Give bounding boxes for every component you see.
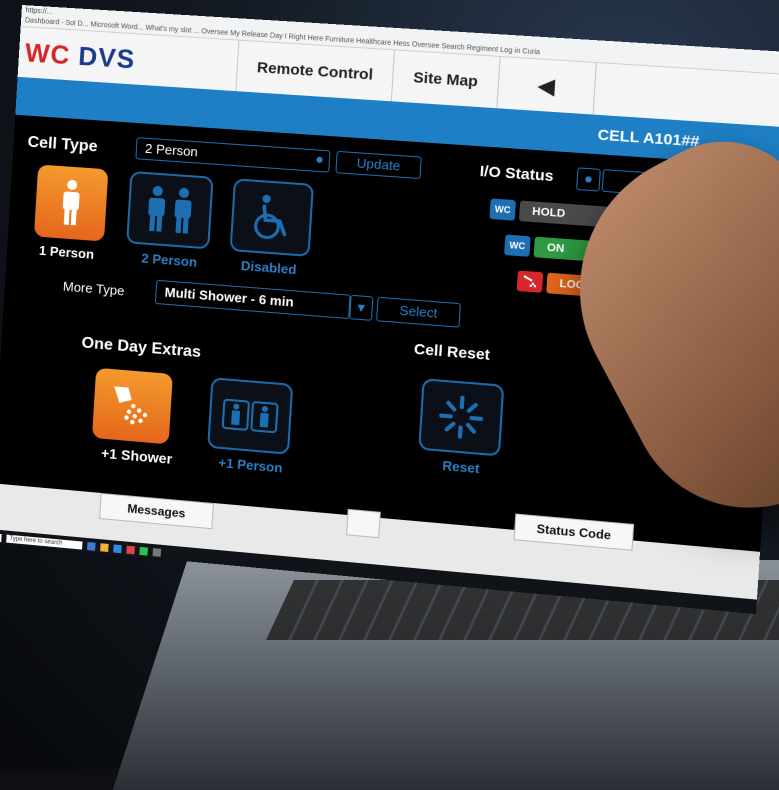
- cell-type-select[interactable]: 2 Person: [135, 137, 331, 173]
- bottom-empty-cell: [346, 508, 381, 539]
- cell-type-label: Cell Type: [27, 133, 99, 156]
- app-icon[interactable]: [139, 546, 148, 556]
- shower-head-icon: [113, 386, 148, 425]
- cell-type-disabled-caption: Disabled: [240, 257, 297, 278]
- wheelchair-icon: [248, 194, 296, 243]
- extra-person-caption: +1 Person: [218, 454, 283, 476]
- io-status-label: I/O Status: [479, 162, 555, 186]
- cell-id: CELL A101##: [597, 125, 700, 151]
- io-status-radio[interactable]: [576, 167, 601, 192]
- extra-shower-tile[interactable]: [91, 367, 173, 445]
- cell-reset-label: Cell Reset: [413, 340, 491, 365]
- taskview-icon[interactable]: [87, 542, 96, 551]
- person-icon: [62, 179, 80, 225]
- cell-type-1-person-caption: 1 Person: [38, 242, 95, 262]
- nav-remote-control[interactable]: Remote Control: [235, 40, 394, 102]
- spinner-reset-icon: [437, 393, 486, 442]
- app-icon[interactable]: [126, 545, 135, 555]
- chevron-down-icon[interactable]: ▼: [349, 294, 374, 321]
- extra-shower-caption: +1 Shower: [100, 444, 173, 467]
- extra-person-tile[interactable]: [207, 377, 294, 455]
- cell-type-2-person-caption: 2 Person: [140, 250, 198, 270]
- more-type-label: More Type: [62, 278, 125, 299]
- logo-text-dvs: DVS: [77, 40, 137, 74]
- update-button[interactable]: Update: [335, 150, 422, 180]
- app-icon[interactable]: [152, 548, 162, 557]
- cell-type-1-person-tile[interactable]: [33, 164, 109, 242]
- wc-icon: WC: [504, 234, 531, 257]
- wc-icon: WC: [489, 198, 516, 221]
- two-person-icon: [148, 185, 192, 234]
- cell-type-disabled-tile[interactable]: [229, 178, 314, 257]
- shower-icon: [516, 270, 544, 293]
- more-type-value: Multi Shower - 6 min: [164, 284, 295, 310]
- radio-dot-icon: [585, 176, 592, 183]
- nav-site-map[interactable]: Site Map: [390, 50, 500, 109]
- select-button[interactable]: Select: [376, 296, 461, 328]
- file-explorer-icon[interactable]: [100, 543, 109, 552]
- logo-text-wc: WC: [24, 36, 72, 70]
- radio-dot-icon: [316, 156, 323, 164]
- cell-type-value: 2 Person: [144, 140, 199, 160]
- cell-type-2-person-tile[interactable]: [126, 170, 214, 250]
- more-type-select[interactable]: Multi Shower - 6 min: [154, 279, 351, 320]
- windows-start-icon[interactable]: [0, 533, 2, 543]
- messages-tab[interactable]: Messages: [99, 492, 214, 530]
- cell-reset-tile[interactable]: [418, 378, 505, 457]
- browser-url[interactable]: https://...: [25, 7, 52, 16]
- cell-reset-caption: Reset: [441, 457, 480, 477]
- back-arrow-icon[interactable]: ◀: [496, 56, 596, 115]
- one-day-extras-label: One Day Extras: [81, 334, 202, 362]
- edge-icon[interactable]: [113, 544, 122, 554]
- two-person-icon: [222, 398, 279, 433]
